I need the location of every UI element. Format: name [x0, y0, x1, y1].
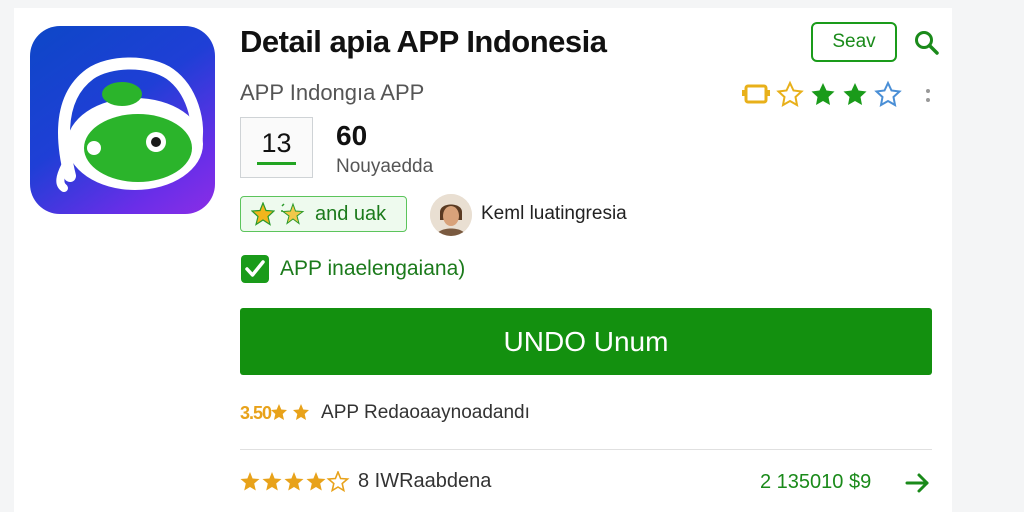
review-score: 3.50 — [240, 402, 272, 423]
search-icon — [915, 31, 939, 55]
checkbox-label[interactable]: APP inaelengaiana) — [280, 257, 465, 281]
star-outline-icon — [776, 80, 804, 107]
footer-rating: 8 IWRaabdena — [240, 470, 491, 493]
avatar[interactable] — [430, 194, 472, 236]
star-outline-icon — [874, 80, 902, 107]
page-title: Detail apia APP Indonesia — [240, 24, 607, 59]
app-subtitle: APP Indongıa APP — [240, 80, 425, 105]
developer-name[interactable]: Keml luatingresia — [481, 203, 627, 225]
rating-stars[interactable] — [742, 80, 912, 108]
page-margin — [952, 0, 1024, 512]
stat-box: 13 — [240, 117, 313, 178]
next-button[interactable] — [904, 470, 932, 496]
app-icon[interactable] — [30, 26, 215, 214]
arrow-right-icon — [905, 473, 929, 493]
badge-label: and uak — [315, 202, 387, 225]
star-filled-icon — [811, 83, 835, 105]
award-badge[interactable]: and uak — [240, 196, 407, 232]
divider — [240, 449, 932, 450]
stat-box-underline — [257, 162, 296, 165]
price-label: 2 135010 $9 — [760, 471, 872, 493]
stat-box-value: 13 — [261, 128, 292, 158]
checkbox-checked-icon — [241, 255, 269, 283]
stat-label: Nouyaedda — [336, 156, 434, 177]
star-icon — [742, 84, 770, 104]
star-filled-icon — [843, 83, 867, 105]
search-button[interactable] — [912, 28, 942, 58]
more-vert-icon[interactable] — [920, 82, 936, 108]
install-button[interactable]: UNDO Unum — [240, 308, 932, 375]
stat-value: 60 — [336, 120, 368, 151]
footer-text: 8 IWRaabdena — [358, 470, 492, 492]
android-robot-icon — [56, 57, 203, 192]
save-button[interactable]: Seav — [811, 22, 897, 62]
star-icon — [271, 404, 310, 420]
review-text: APP Redaoaaynoadandı — [321, 402, 530, 423]
agree-checkbox[interactable] — [240, 254, 270, 284]
rating-stars-icon — [240, 470, 350, 492]
review-summary: 3.50 APP Redaoaaynoadandı — [240, 402, 530, 424]
star-icon — [251, 202, 275, 226]
person-avatar — [430, 194, 472, 236]
sparkle-star-icon — [281, 202, 305, 225]
